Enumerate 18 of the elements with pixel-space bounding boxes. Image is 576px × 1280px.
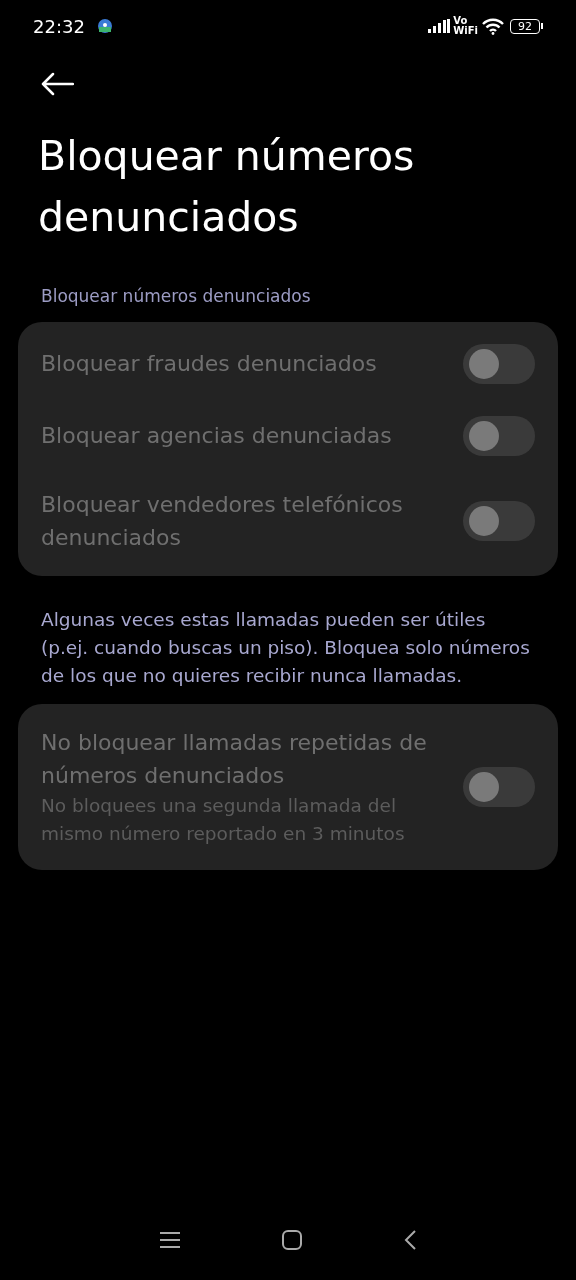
battery-indicator: 92 bbox=[510, 18, 540, 34]
status-time: 22:32 bbox=[33, 14, 85, 39]
app-notification-icon bbox=[96, 18, 113, 34]
info-note: Algunas veces estas llamadas pueden ser útiles (p.ej. cuando buscas un piso). Bloquea solo números de los que no quieres recibir nunca llamadas. bbox=[40, 607, 531, 688]
vowifi-label: Vo WiFi bbox=[453, 16, 478, 36]
wifi-icon bbox=[482, 17, 504, 35]
setting-label: Bloquear vendedores telefónicos denunciados bbox=[41, 490, 404, 552]
page-title: Bloquear números denunciados bbox=[37, 131, 416, 243]
setting-label: Bloquear fraudes denunciados bbox=[41, 350, 378, 378]
setting-description: No bloquees una segunda llamada del mismo número reportado en 3 minutos bbox=[41, 793, 406, 846]
signal-icon bbox=[428, 19, 451, 33]
back-arrow-icon[interactable] bbox=[40, 72, 74, 96]
setting-label: No bloquear llamadas repetidas de números denunciados bbox=[41, 728, 428, 790]
section-header: Bloquear números denunciados bbox=[40, 285, 312, 308]
home-icon[interactable] bbox=[281, 1229, 303, 1251]
menu-icon[interactable] bbox=[159, 1231, 181, 1249]
setting-label: Bloquear agencias denunciadas bbox=[41, 422, 393, 450]
back-icon[interactable] bbox=[403, 1229, 417, 1251]
